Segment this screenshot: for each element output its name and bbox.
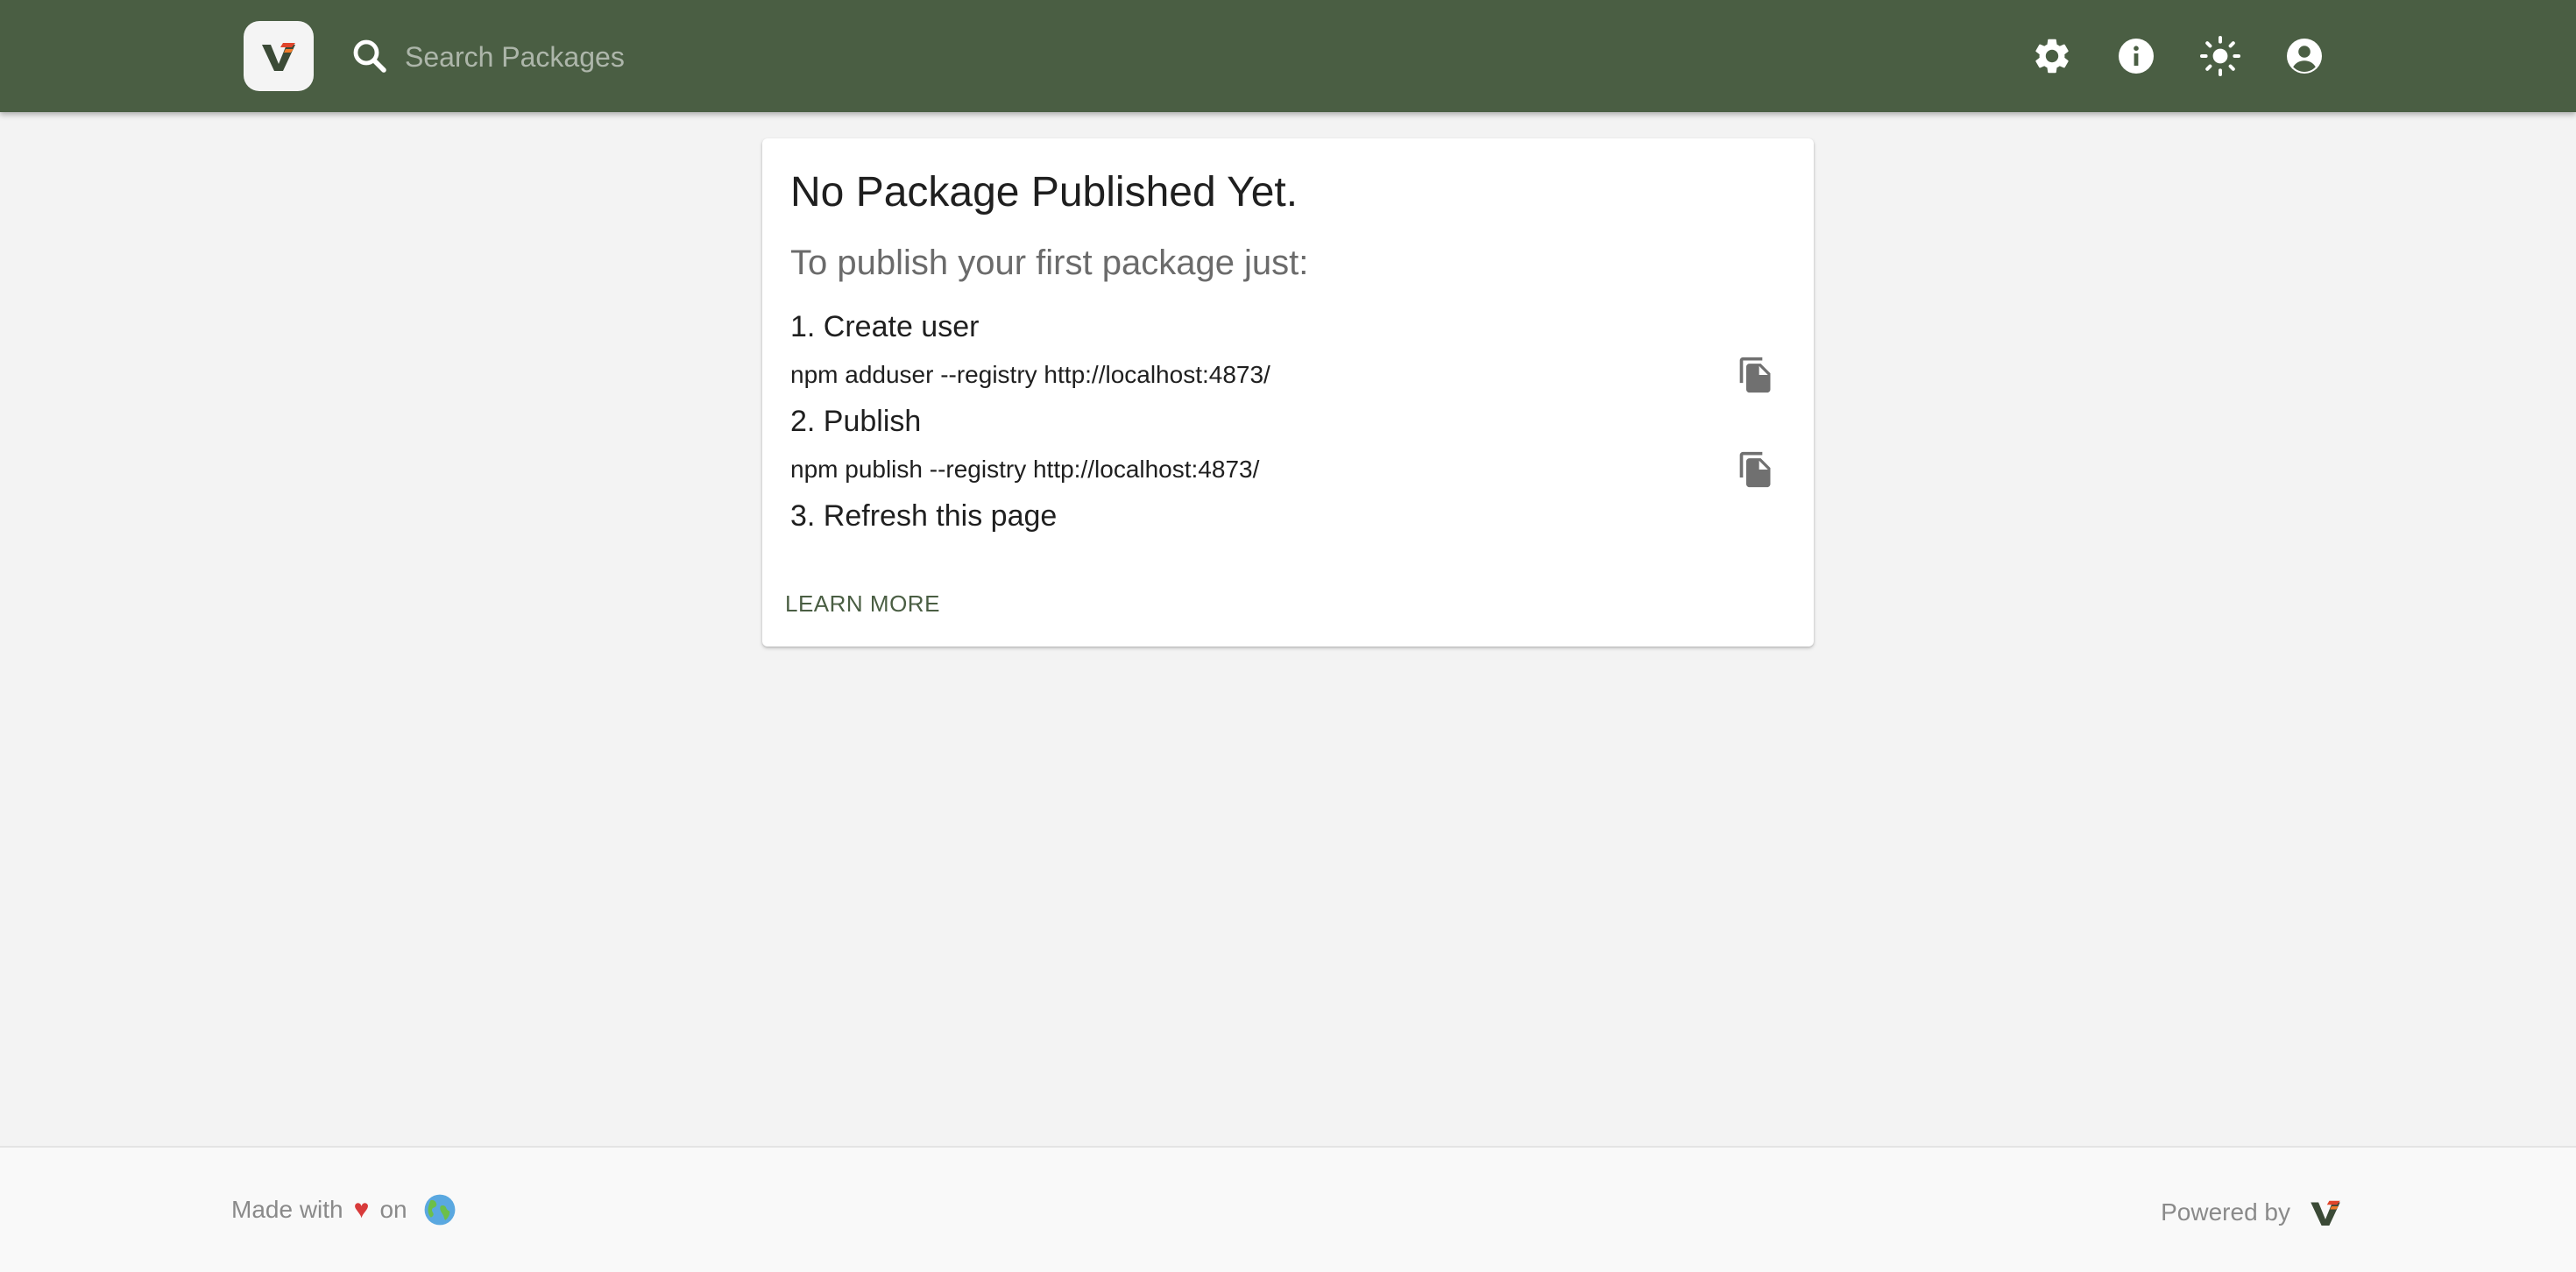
footer: Made with ♥ on Powered by — [0, 1146, 2576, 1272]
powered-by-text: Powered by — [2161, 1198, 2290, 1226]
heart-icon: ♥ — [353, 1195, 370, 1224]
step-refresh: 3. Refresh this page — [790, 499, 1058, 533]
search-icon[interactable] — [349, 35, 391, 77]
settings-icon[interactable] — [2031, 35, 2073, 77]
info-icon[interactable] — [2115, 35, 2157, 77]
command-adduser: npm adduser --registry http://localhost:… — [790, 361, 1270, 388]
verdaccio-logo-icon[interactable] — [2306, 1193, 2345, 1232]
step-create-user: 1. Create user — [790, 310, 980, 343]
on-text: on — [379, 1196, 407, 1223]
app-header — [0, 0, 2576, 112]
copy-icon[interactable] — [1737, 356, 1775, 394]
command-publish: npm publish --registry http://localhost:… — [790, 456, 1260, 483]
verdaccio-logo-button[interactable] — [244, 21, 314, 91]
copy-icon[interactable] — [1737, 450, 1775, 489]
account-icon[interactable] — [2283, 35, 2325, 77]
footer-made-with: Made with ♥ on — [231, 1193, 456, 1226]
theme-toggle-icon[interactable] — [2199, 35, 2241, 77]
card-subtitle: To publish your first package just: — [790, 244, 1309, 282]
card-title: No Package Published Yet. — [790, 169, 1299, 216]
learn-more-button[interactable]: LEARN MORE — [785, 590, 940, 618]
made-with-text: Made with — [231, 1196, 343, 1223]
search-input[interactable] — [403, 26, 1370, 88]
globe-icon[interactable] — [423, 1193, 456, 1226]
step-publish: 2. Publish — [790, 405, 922, 438]
verdaccio-logo-icon — [262, 43, 295, 71]
empty-state-card: No Package Published Yet. To publish you… — [762, 138, 1814, 647]
footer-powered-by: Powered by — [2161, 1193, 2345, 1232]
